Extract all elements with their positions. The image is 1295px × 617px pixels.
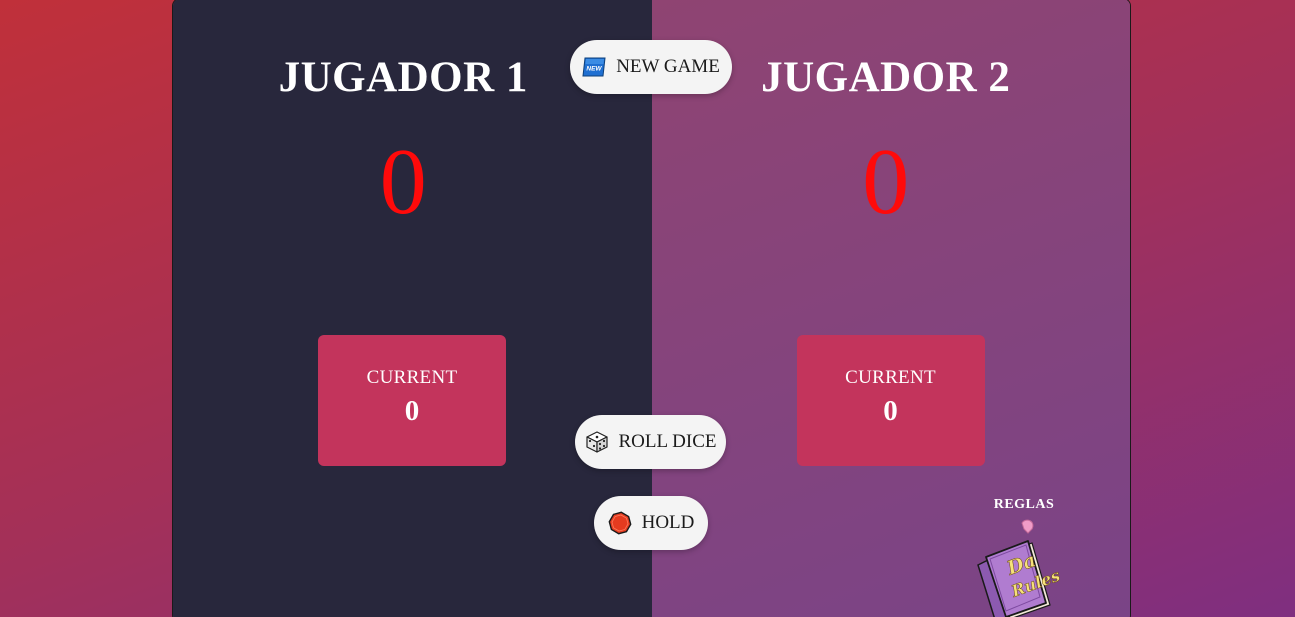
player-1-current-label: CURRENT [366,367,458,388]
hold-label: HOLD [641,512,695,533]
player-1-score: 0 [379,130,427,234]
player-2-score: 0 [862,130,910,234]
player-2-current-score: 0 [883,395,898,427]
new-game-button[interactable]: NEW NEW GAME [570,40,732,94]
roll-dice-button[interactable]: ROLL DICE [575,415,726,469]
dice-icon [585,430,609,454]
new-badge-icon: NEW [582,57,606,77]
rules-book-icon[interactable]: Da Rules [970,519,1078,617]
svg-text:NEW: NEW [587,66,603,73]
new-game-label: NEW GAME [616,56,720,77]
stop-sign-icon [608,511,632,535]
rules-link[interactable]: REGLAS Da Rules [970,497,1078,617]
hold-button[interactable]: HOLD [594,496,708,550]
player-2-current-box: CURRENT 0 [796,335,985,466]
rules-label: REGLAS [993,497,1055,512]
player-1-current-box: CURRENT 0 [318,335,506,466]
player-1-panel: JUGADOR 1 0 CURRENT 0 [173,0,652,617]
roll-dice-label: ROLL DICE [618,431,717,452]
player-1-current-score: 0 [404,395,420,427]
player-2-current-label: CURRENT [845,367,936,388]
